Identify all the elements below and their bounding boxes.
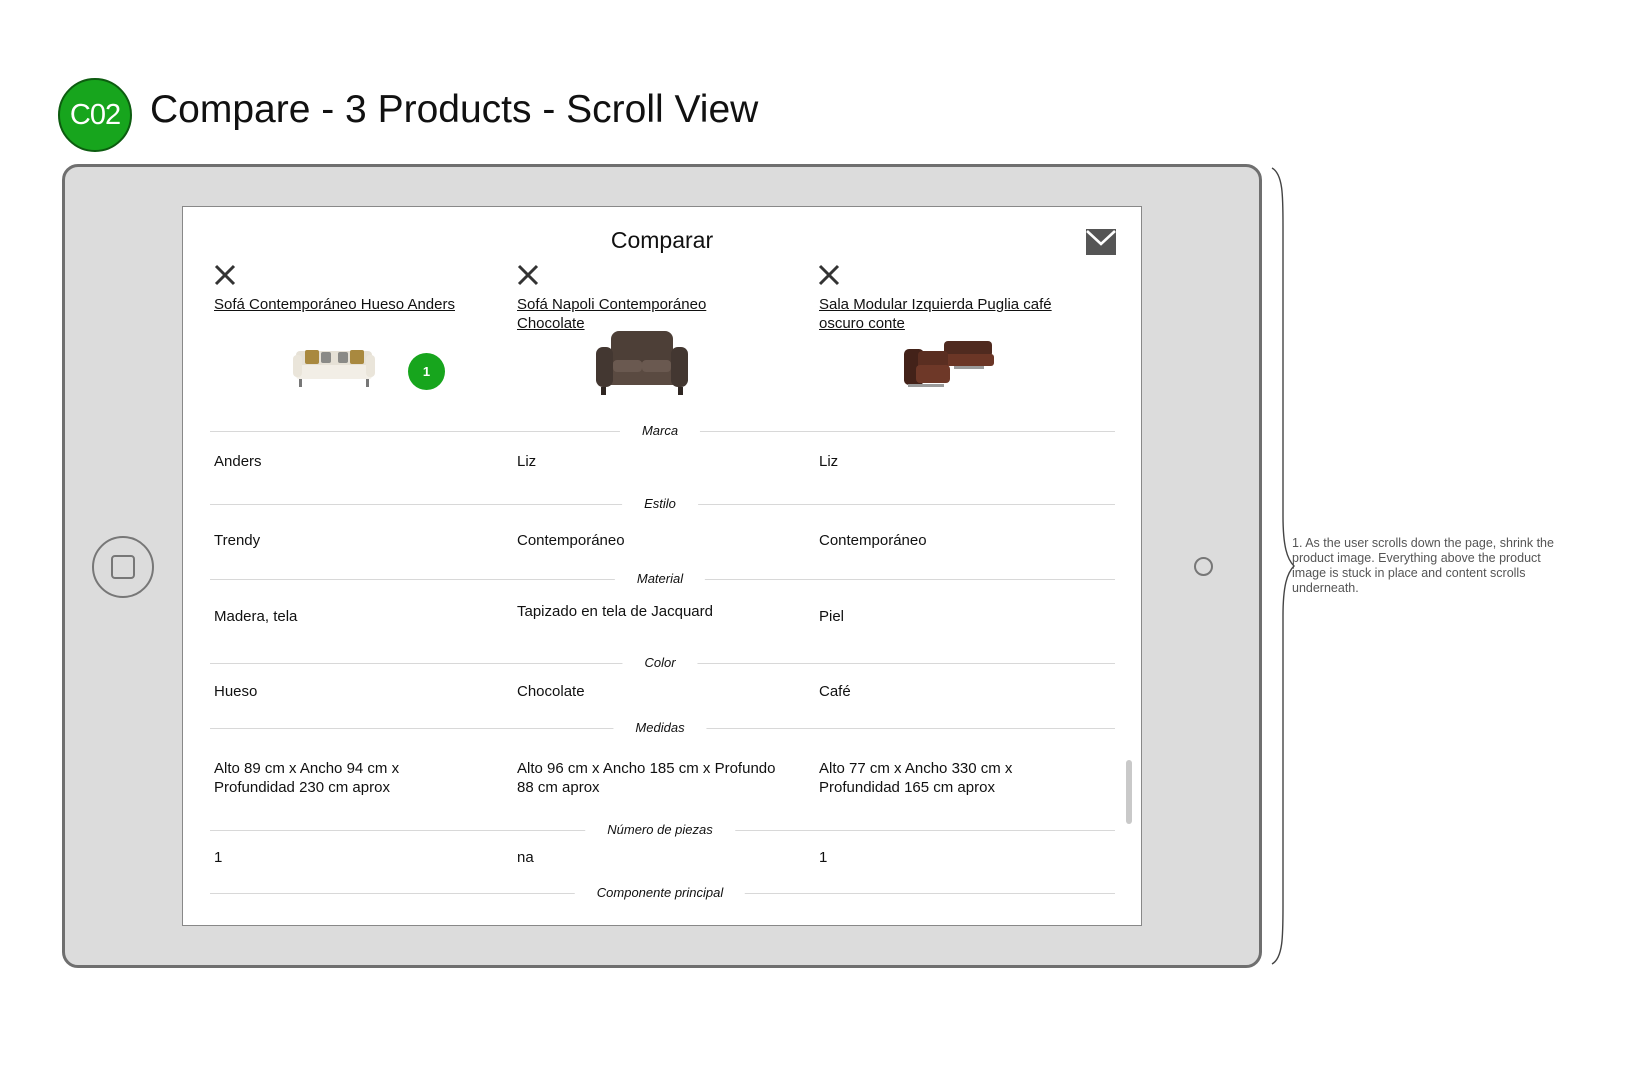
attribute-label-componente: Componente principal [574,885,746,901]
page-title: Compare - 3 Products - Scroll View [150,88,759,131]
cell-color-1: Hueso [214,683,258,700]
attribute-label-medidas: Medidas [613,720,707,736]
remove-product-2-icon[interactable] [516,263,540,287]
cell-marca-3: Liz [819,453,839,470]
remove-product-1-icon[interactable] [213,263,237,287]
camera-icon [1194,557,1213,576]
cell-color-2: Chocolate [517,683,585,700]
scrollbar[interactable] [1126,760,1132,824]
screen-title: Comparar [610,227,714,253]
cell-material-1: Madera, tela [214,608,298,625]
cell-material-2: Tapizado en tela de Jacquard [517,603,713,620]
attribute-label-estilo: Estilo [622,496,698,512]
annotation-note: 1. As the user scrolls down the page, sh… [1292,536,1554,595]
cell-piezas-1: 1 [214,849,223,866]
cell-estilo-2: Contemporáneo [517,532,625,549]
mail-icon[interactable] [1086,229,1116,255]
cell-estilo-3: Contemporáneo [819,532,927,549]
cell-piezas-3: 1 [819,849,828,866]
attribute-label-color: Color [622,655,698,671]
annotation-marker-1: 1 [408,353,445,390]
cell-color-3: Café [819,683,851,700]
home-square-icon [111,555,135,579]
compare-screen: Comparar Sofá Contemporáneo Hueso Anders… [182,206,1142,926]
cell-estilo-1: Trendy [214,532,261,549]
product-3-link[interactable]: Sala Modular Izquierda Puglia café oscur… [819,295,1079,333]
remove-product-3-icon[interactable] [817,263,841,287]
home-button[interactable] [92,536,154,598]
screen-id-badge: C02 [58,78,132,152]
sectional-sofa-image [904,341,994,387]
attribute-label-marca: Marca [619,423,701,439]
cell-medidas-2: Alto 96 cm x Ancho 185 cm x Profundo 88 … [517,760,776,796]
cell-material-3: Piel [819,608,845,625]
cell-marca-1: Anders [214,453,262,470]
cell-medidas-1: Alto 89 cm x Ancho 94 cm x Profundidad 2… [214,760,400,796]
cell-marca-2: Liz [517,453,537,470]
attribute-label-piezas: Número de piezas [585,822,735,838]
cell-piezas-2: na [517,849,534,866]
white-sofa-image [293,350,375,387]
brown-sofa-image [596,331,688,395]
attribute-label-material: Material [614,571,706,587]
product-1-link[interactable]: Sofá Contemporáneo Hueso Anders [214,295,474,314]
cell-medidas-3: Alto 77 cm x Ancho 330 cm x Profundidad … [819,760,1013,796]
